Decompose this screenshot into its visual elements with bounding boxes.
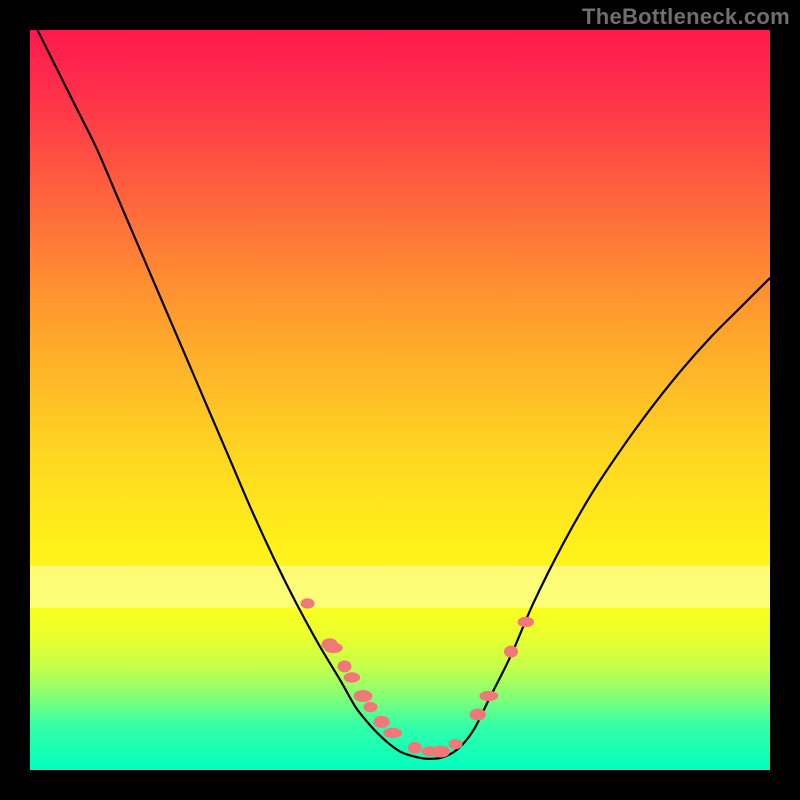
marker-point (470, 709, 486, 721)
curve-layer (30, 30, 770, 770)
marker-point (344, 672, 360, 682)
marker-point (373, 716, 389, 728)
plot-area (30, 30, 770, 770)
bottleneck-curve-line (30, 30, 770, 759)
marker-point (301, 598, 315, 608)
marker-point (363, 702, 377, 712)
marker-point (449, 739, 463, 749)
chart-stage: TheBottleneck.com (0, 0, 800, 800)
marker-point (408, 742, 422, 754)
marker-point (354, 690, 373, 702)
marker-point (431, 746, 450, 758)
watermark-text: TheBottleneck.com (582, 4, 790, 30)
marker-point (324, 643, 343, 653)
marker-point (338, 660, 352, 672)
marker-point (479, 691, 498, 701)
marker-point (518, 617, 534, 627)
marker-point (383, 728, 402, 738)
marker-point (504, 646, 518, 658)
